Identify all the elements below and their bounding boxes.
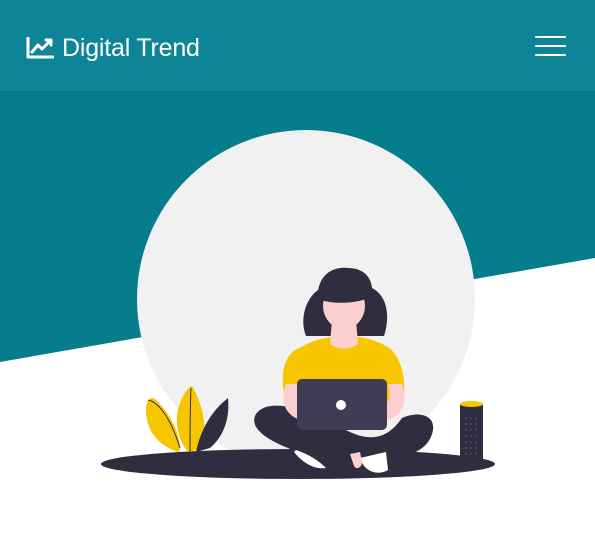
navbar: Digital Trend [0,0,595,91]
hamburger-menu-button[interactable] [535,36,566,57]
hamburger-menu-icon [535,36,566,38]
brand-name: Digital Trend [62,34,200,62]
chart-line-icon [26,37,54,59]
woman-laptop-illustration [101,130,495,479]
smart-speaker-icon [460,401,483,463]
brand-logo-link[interactable]: Digital Trend [26,33,200,63]
